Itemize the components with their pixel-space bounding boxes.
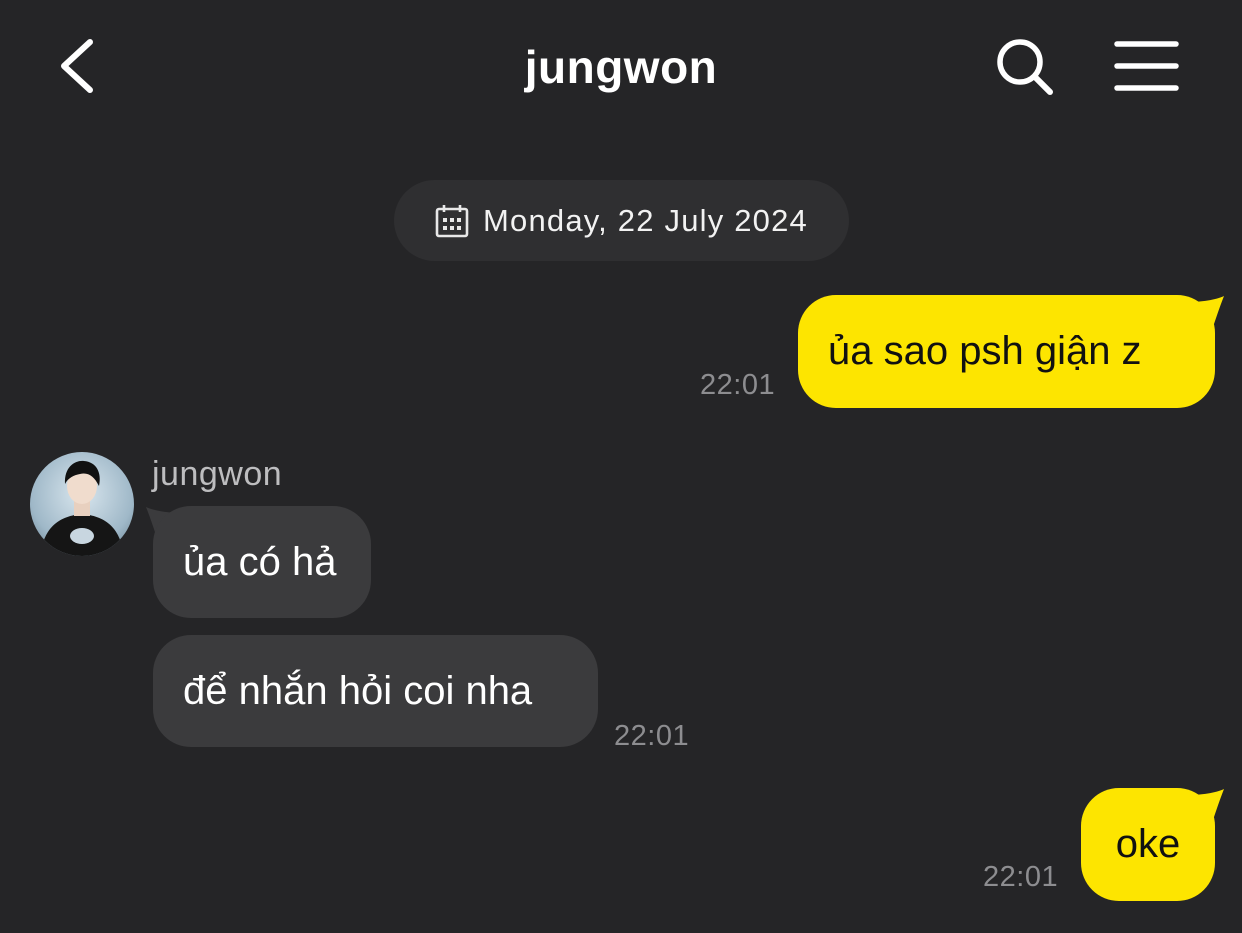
date-separator: Monday, 22 July 2024 <box>394 180 849 261</box>
calendar-icon <box>435 204 469 237</box>
date-label: Monday, 22 July 2024 <box>482 202 808 238</box>
message-text: để nhắn hỏi coi nha <box>183 668 533 713</box>
message-text: oke <box>1115 822 1181 866</box>
message-text: ủa sao psh giận z <box>828 329 1142 373</box>
search-button[interactable] <box>994 36 1056 98</box>
hamburger-menu-icon <box>1114 41 1179 91</box>
menu-button[interactable] <box>1112 38 1182 94</box>
message-text: ủa có hả <box>183 539 337 584</box>
message-timestamp: 22:01 <box>614 720 690 752</box>
outgoing-message-bubble[interactable]: ủa sao psh giận z <box>798 295 1215 408</box>
sender-name: jungwon <box>152 455 283 493</box>
message-timestamp: 22:01 <box>983 861 1059 893</box>
incoming-message-bubble[interactable]: để nhắn hỏi coi nha <box>153 635 598 747</box>
avatar[interactable] <box>30 452 134 556</box>
message-timestamp: 22:01 <box>700 369 776 401</box>
search-icon <box>997 39 1053 95</box>
outgoing-message-bubble[interactable]: oke <box>1081 788 1215 901</box>
incoming-message-bubble[interactable]: ủa có hả <box>153 506 371 618</box>
